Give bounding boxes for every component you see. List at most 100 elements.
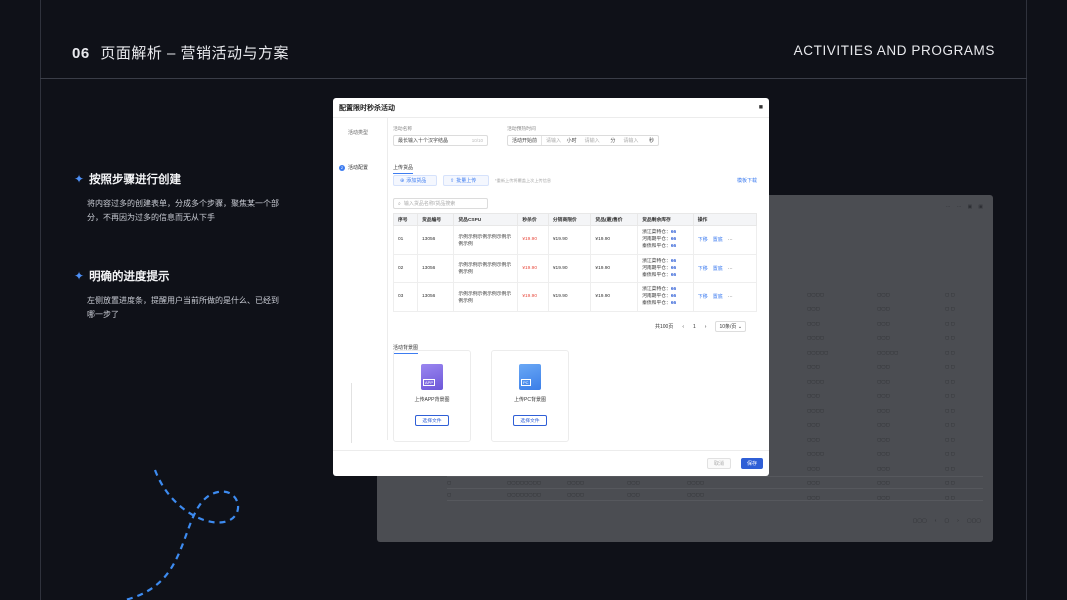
step-label: 活动类型 — [348, 130, 369, 136]
pc-file-icon: PC — [519, 364, 541, 390]
move-bottom-link[interactable]: 置底 — [713, 266, 723, 272]
row-flash-price: ¥19.90 — [517, 253, 549, 283]
stock-line: 浙江菜特仓：66 — [642, 287, 677, 293]
row-no: 02 — [393, 253, 418, 283]
feature-step-create: ✦ 按照步骤进行创建 将内容过多的创建表单，分成多个步骤，聚焦某一个部分，不再因为… — [74, 171, 284, 225]
stock-line: 浙江菜特仓：66 — [642, 230, 677, 236]
table-row: 01 13056 示例示例示例示例示例示例示例 ¥19.90 ¥19.90 ¥19.90 浙… — [393, 225, 758, 255]
step-label: 活动配置 — [348, 165, 369, 171]
col-stock: 货品剩余库存 — [637, 213, 694, 226]
upload-pc-label: 上传PC背景图 — [514, 397, 546, 403]
page-title-en: ACTIVITIES AND PROGRAMS — [793, 43, 995, 58]
row-sale-price: ¥19.90 — [590, 282, 639, 312]
frame-line-right — [1026, 0, 1027, 600]
app-file-icon: APP — [421, 364, 443, 390]
move-bottom-link[interactable]: 置底 — [713, 237, 723, 243]
goods-search-input[interactable]: ⌕ 输入货品名称/货品搜索 — [393, 198, 488, 209]
activity-name-input[interactable]: 最长输入十个汉字结晶 10/10 — [393, 135, 488, 146]
row-code: 13056 — [416, 253, 455, 283]
upload-hint: *重新上传将覆盖上次上传信息 — [495, 177, 552, 183]
row-code: 13056 — [416, 225, 455, 255]
table-row: 03 13056 示例示例示例示例示例示例示例 ¥19.90 ¥19.90 ¥19.90 浙… — [393, 282, 758, 312]
upload-app-label: 上传APP背景图 — [414, 397, 450, 403]
row-actions: 下移 置底 ··· — [692, 225, 758, 255]
step-activity-type[interactable]: 活动类型 — [339, 129, 368, 136]
batch-upload-button[interactable]: ⇪ 批量上传 — [443, 175, 489, 186]
sparkle-icon: ✦ — [74, 269, 85, 283]
choose-app-file-button[interactable]: 选择文件 — [415, 415, 449, 426]
stock-line: 浙江菜特仓：66 — [642, 258, 677, 264]
step-activity-config[interactable]: 2 活动配置 — [339, 164, 368, 171]
pager-current[interactable]: 1 — [693, 324, 696, 330]
step-number-badge: 2 — [339, 164, 345, 171]
feature-progress-hint: ✦ 明确的进度提示 左侧放置进度条，提醒用户当前所做的是什么、已经到哪一步了 — [74, 268, 284, 322]
feature-desc: 将内容过多的创建表单，分成多个步骤，聚焦某一个部分，不再因为过多的信息而无从下手 — [87, 199, 279, 222]
move-down-link[interactable]: 下移 — [698, 237, 708, 243]
search-placeholder: 输入货品名称/货品搜索 — [403, 201, 456, 207]
pager-total: 共100页 — [655, 324, 674, 330]
move-bottom-link[interactable]: 置底 — [713, 294, 723, 300]
upload-pc-bg-card: PC 上传PC背景图 选择文件 — [491, 350, 569, 442]
feature-title: 明确的进度提示 — [89, 271, 170, 283]
save-button[interactable]: 保存 — [740, 458, 763, 469]
col-cspu: 货品CSPU — [453, 213, 519, 226]
hour-input[interactable]: 请输入 小时 — [542, 137, 581, 144]
row-cspu: 示例示例示例示例示例示例示例 — [453, 282, 519, 312]
second-input[interactable]: 请输入秒 — [619, 137, 658, 144]
col-dist-limit: 分销商限价 — [547, 213, 592, 226]
tab-upload-goods[interactable]: 上传货品 — [393, 164, 414, 174]
row-code: 13056 — [416, 282, 455, 312]
move-down-link[interactable]: 下移 — [698, 294, 708, 300]
upload-app-bg-card: APP 上传APP背景图 选择文件 — [393, 350, 471, 442]
preheat-time-input[interactable]: 活动开始前 请输入 小时 请输入分 请输入秒 — [507, 135, 659, 146]
pagination: 共100页 ‹ 1 › 10条/页 ⌄ — [655, 321, 747, 332]
row-stock: 浙江菜特仓：66 河南期平仓：66 秦债和平仓：66 — [637, 225, 694, 255]
row-stock: 浙江菜特仓：66 河南期平仓：66 秦债和平仓：66 — [637, 253, 694, 283]
goods-table: 序号 货品编号 货品CSPU 秒杀价 分销商限价 货品(最)售价 货品剩余库存 … — [393, 213, 758, 312]
preheat-time-group: 活动预热时间 活动开始前 请输入 小时 请输入分 请输入秒 — [507, 125, 659, 146]
goods-toolbar: ⊕ 添加货品 ⇪ 批量上传 *重新上传将覆盖上次上传信息 模板下载 — [393, 175, 757, 186]
row-dist-limit: ¥19.90 — [547, 225, 592, 255]
col-code: 货品编号 — [416, 213, 455, 226]
template-download-link[interactable]: 模板下载 — [737, 177, 757, 184]
frame-line-left — [40, 0, 41, 600]
feature-title: 按照步骤进行创建 — [89, 174, 182, 186]
row-dist-limit: ¥19.90 — [547, 282, 592, 312]
choose-pc-file-button[interactable]: 选择文件 — [513, 415, 547, 426]
table-row: 02 13056 示例示例示例示例示例示例示例 ¥19.90 ¥19.90 ¥19.90 浙… — [393, 253, 758, 283]
close-icon[interactable]: ■ — [759, 104, 763, 111]
pager-next-icon[interactable]: › — [705, 324, 707, 330]
start-before-select[interactable]: 活动开始前 — [508, 136, 543, 145]
preheat-time-label: 活动预热时间 — [507, 127, 536, 132]
col-no: 序号 — [393, 213, 418, 226]
pager-prev-icon[interactable]: ‹ — [682, 324, 684, 330]
move-down-link[interactable]: 下移 — [698, 266, 708, 272]
stock-line: 河南期平仓：66 — [642, 265, 677, 271]
row-flash-price: ¥19.90 — [517, 225, 549, 255]
more-icon[interactable]: ··· — [728, 237, 733, 243]
activity-name-value: 最长输入十个汉字结晶 — [398, 138, 449, 144]
more-icon[interactable]: ··· — [728, 294, 733, 300]
col-flash-price: 秒杀价 — [517, 213, 549, 226]
activity-name-group: 活动名称 最长输入十个汉字结晶 10/10 — [393, 125, 488, 146]
progress-steps: 活动类型 2 活动配置 — [333, 118, 388, 440]
row-flash-price: ¥19.90 — [517, 282, 549, 312]
decorative-dashed-curve — [124, 469, 240, 600]
row-stock: 浙江菜特仓：66 河南期平仓：66 秦债和平仓：66 — [637, 282, 694, 312]
page-size-select[interactable]: 10条/页 ⌄ — [715, 321, 747, 332]
cancel-button[interactable]: 取消 — [706, 458, 731, 469]
search-icon: ⌕ — [398, 200, 401, 207]
modal-footer: 取消 保存 — [333, 450, 769, 476]
add-goods-button[interactable]: ⊕ 添加货品 — [393, 175, 437, 186]
plus-circle-icon: ⊕ — [400, 177, 405, 184]
stock-line: 秦债和平仓：66 — [642, 272, 677, 278]
feature-desc: 左侧放置进度条，提醒用户当前所做的是什么、已经到哪一步了 — [87, 296, 279, 319]
char-count: 10/10 — [471, 138, 483, 143]
step-rail — [351, 383, 352, 443]
more-icon[interactable]: ··· — [728, 266, 733, 272]
row-no: 03 — [393, 282, 418, 312]
minute-input[interactable]: 请输入分 — [581, 137, 620, 144]
activity-name-label: 活动名称 — [393, 127, 413, 132]
col-actions: 操作 — [692, 213, 758, 226]
stock-line: 河南期平仓：66 — [642, 237, 677, 243]
